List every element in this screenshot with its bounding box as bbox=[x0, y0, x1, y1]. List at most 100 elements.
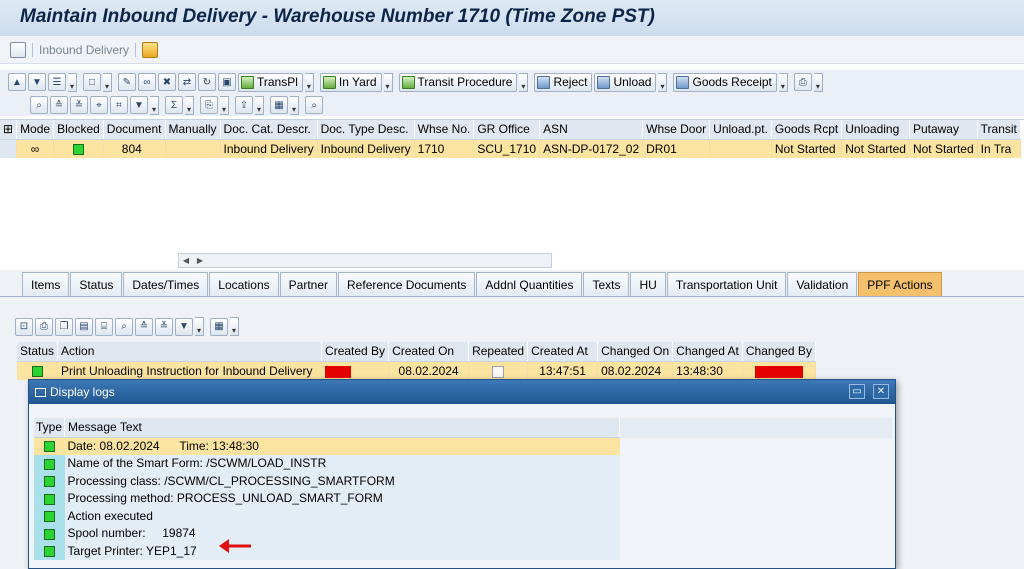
layout-icon[interactable] bbox=[142, 41, 159, 58]
log-row[interactable]: Action executed bbox=[34, 507, 620, 525]
details-icon[interactable]: ⌕ bbox=[30, 96, 48, 114]
refresh-icon[interactable]: ↻ bbox=[198, 73, 216, 91]
column-header[interactable]: Mode bbox=[16, 120, 55, 140]
tab-addnl-quantities[interactable]: Addnl Quantities bbox=[476, 272, 583, 296]
column-header[interactable]: Whse No. bbox=[414, 120, 475, 140]
column-header[interactable]: Created At bbox=[527, 342, 599, 362]
horizontal-scrollbar[interactable]: ◀ ▶ bbox=[178, 253, 552, 268]
column-header[interactable]: Created On bbox=[388, 342, 470, 362]
dropdown-arrow[interactable]: ▾ bbox=[150, 95, 159, 115]
column-header[interactable]: Type bbox=[34, 418, 66, 438]
column-header[interactable]: Changed By bbox=[742, 342, 816, 362]
display-glasses-icon[interactable]: ∞ bbox=[138, 73, 156, 91]
column-header[interactable]: Doc. Type Desc. bbox=[317, 120, 415, 140]
restore-icon[interactable]: ▭ bbox=[849, 384, 865, 399]
column-header[interactable]: Doc. Cat. Descr. bbox=[220, 120, 318, 140]
log-row[interactable]: Processing method: PROCESS_UNLOAD_SMART_… bbox=[34, 489, 620, 507]
inbound-delivery-menu[interactable]: Inbound Delivery bbox=[39, 43, 129, 57]
column-header[interactable]: Message Text bbox=[64, 418, 620, 438]
table-row[interactable]: ∞ 804 Inbound Delivery Inbound Delivery … bbox=[0, 139, 1021, 158]
column-header[interactable]: Action bbox=[57, 342, 323, 362]
layout-icon[interactable]: ▦ bbox=[270, 96, 288, 114]
tab-validation[interactable]: Validation bbox=[787, 272, 858, 296]
repeated-checkbox[interactable] bbox=[468, 361, 529, 380]
column-header[interactable]: Status bbox=[17, 342, 59, 362]
tab-hu[interactable]: HU bbox=[630, 272, 666, 296]
transfer-icon[interactable]: ⇄ bbox=[178, 73, 196, 91]
action-cell[interactable]: Print Unloading Instruction for Inbound … bbox=[57, 361, 323, 380]
dialog-title-bar[interactable]: Display logs ▭ ✕ bbox=[29, 380, 895, 404]
export-icon[interactable]: ⇪ bbox=[235, 96, 253, 114]
magnifier-icon[interactable]: ⌕ bbox=[305, 96, 323, 114]
tab-transportation-unit[interactable]: Transportation Unit bbox=[666, 272, 787, 296]
column-header[interactable]: Goods Rcpt bbox=[771, 120, 843, 140]
column-header[interactable]: ASN bbox=[539, 120, 644, 140]
column-header[interactable]: Unloading bbox=[841, 120, 910, 140]
transit-procedure-button[interactable]: Transit Procedure bbox=[398, 72, 518, 92]
column-header[interactable]: Putaway bbox=[909, 120, 978, 140]
display-glasses-icon[interactable]: ∞ bbox=[16, 139, 55, 158]
document-icon[interactable] bbox=[10, 41, 26, 58]
column-header[interactable]: Unload.pt. bbox=[709, 120, 772, 140]
new-document-icon[interactable]: □ bbox=[83, 73, 101, 91]
log-row[interactable]: Name of the Smart Form: /SCWM/LOAD_INSTR bbox=[34, 454, 620, 472]
row-selector[interactable] bbox=[0, 139, 18, 158]
sort-ascending-icon[interactable]: ≙ bbox=[50, 96, 68, 114]
dropdown-arrow[interactable]: ▾ bbox=[68, 72, 77, 92]
tab-dates-times[interactable]: Dates/Times bbox=[123, 272, 209, 296]
dropdown-arrow[interactable]: ▾ bbox=[383, 72, 393, 92]
column-header[interactable]: Whse Door bbox=[642, 120, 711, 140]
unload-button[interactable]: Unload bbox=[594, 72, 657, 92]
arrow-down-icon[interactable]: ▼ bbox=[28, 73, 46, 91]
tab-locations[interactable]: Locations bbox=[209, 272, 279, 296]
log-icon[interactable]: ⌸ bbox=[95, 317, 113, 336]
dropdown-arrow[interactable]: ▾ bbox=[195, 317, 204, 336]
dropdown-arrow[interactable]: ▾ bbox=[255, 95, 264, 115]
dropdown-arrow[interactable]: ▾ bbox=[220, 95, 229, 115]
copy-icon[interactable]: ❐ bbox=[55, 317, 73, 336]
dropdown-arrow[interactable]: ▾ bbox=[778, 72, 788, 92]
find-icon[interactable]: ⌖ bbox=[90, 96, 108, 114]
column-header[interactable]: Manually bbox=[165, 120, 221, 140]
filter-icon[interactable]: ▼ bbox=[175, 317, 193, 336]
dropdown-arrow[interactable]: ▾ bbox=[230, 317, 239, 336]
reject-button[interactable]: Reject bbox=[534, 72, 593, 92]
column-header[interactable]: Changed At bbox=[672, 342, 743, 362]
in-yard-button[interactable]: In Yard bbox=[319, 72, 382, 92]
print-icon[interactable]: ⎙ bbox=[793, 73, 812, 91]
sum-icon[interactable]: Σ bbox=[165, 96, 183, 114]
scroll-right-icon[interactable]: ▶ bbox=[193, 256, 207, 265]
edit-pencil-icon[interactable]: ✎ bbox=[118, 73, 136, 91]
dropdown-arrow[interactable]: ▾ bbox=[519, 72, 529, 92]
sort-descending-icon[interactable]: ≚ bbox=[70, 96, 88, 114]
log-row[interactable]: Date: 08.02.2024 Time: 13:48:30 bbox=[34, 437, 620, 455]
find-next-icon[interactable]: ⌗ bbox=[110, 96, 128, 114]
log-row[interactable]: Processing class: /SCWM/CL_PROCESSING_SM… bbox=[34, 472, 620, 490]
dropdown-arrow[interactable]: ▾ bbox=[304, 72, 314, 92]
save-icon[interactable]: ▣ bbox=[218, 73, 236, 91]
goods-receipt-button[interactable]: Goods Receipt bbox=[673, 72, 777, 92]
log-row[interactable]: Spool number: 19874 bbox=[34, 524, 620, 542]
tab-status[interactable]: Status bbox=[70, 272, 123, 296]
log-row[interactable]: Target Printer: YEP1_17 bbox=[34, 542, 620, 560]
dropdown-arrow[interactable]: ▾ bbox=[813, 72, 823, 92]
select-all-icon[interactable]: ⊞ bbox=[0, 120, 18, 140]
sort-ascending-icon[interactable]: ≙ bbox=[135, 317, 153, 336]
tab-reference-documents[interactable]: Reference Documents bbox=[338, 272, 476, 296]
column-header[interactable]: Blocked bbox=[53, 120, 104, 140]
list-icon[interactable]: ☰ bbox=[48, 73, 66, 91]
sort-descending-icon[interactable]: ≚ bbox=[155, 317, 173, 336]
dropdown-arrow[interactable]: ▾ bbox=[658, 72, 668, 92]
arrow-up-icon[interactable]: ▲ bbox=[8, 73, 26, 91]
print-icon[interactable]: ⎙ bbox=[35, 317, 53, 336]
column-header[interactable]: Changed On bbox=[597, 342, 674, 362]
column-header[interactable]: GR Office bbox=[473, 120, 541, 140]
table-row[interactable]: Print Unloading Instruction for Inbound … bbox=[17, 361, 816, 380]
action-details-icon[interactable]: ⊡ bbox=[15, 317, 33, 336]
filter-icon[interactable]: ▼ bbox=[130, 96, 148, 114]
column-header[interactable]: Document bbox=[103, 120, 166, 140]
details-icon[interactable]: ⌕ bbox=[115, 317, 133, 336]
layout-icon[interactable]: ▤ bbox=[75, 317, 93, 336]
close-icon[interactable]: ✕ bbox=[873, 384, 889, 399]
tab-partner[interactable]: Partner bbox=[279, 272, 338, 296]
